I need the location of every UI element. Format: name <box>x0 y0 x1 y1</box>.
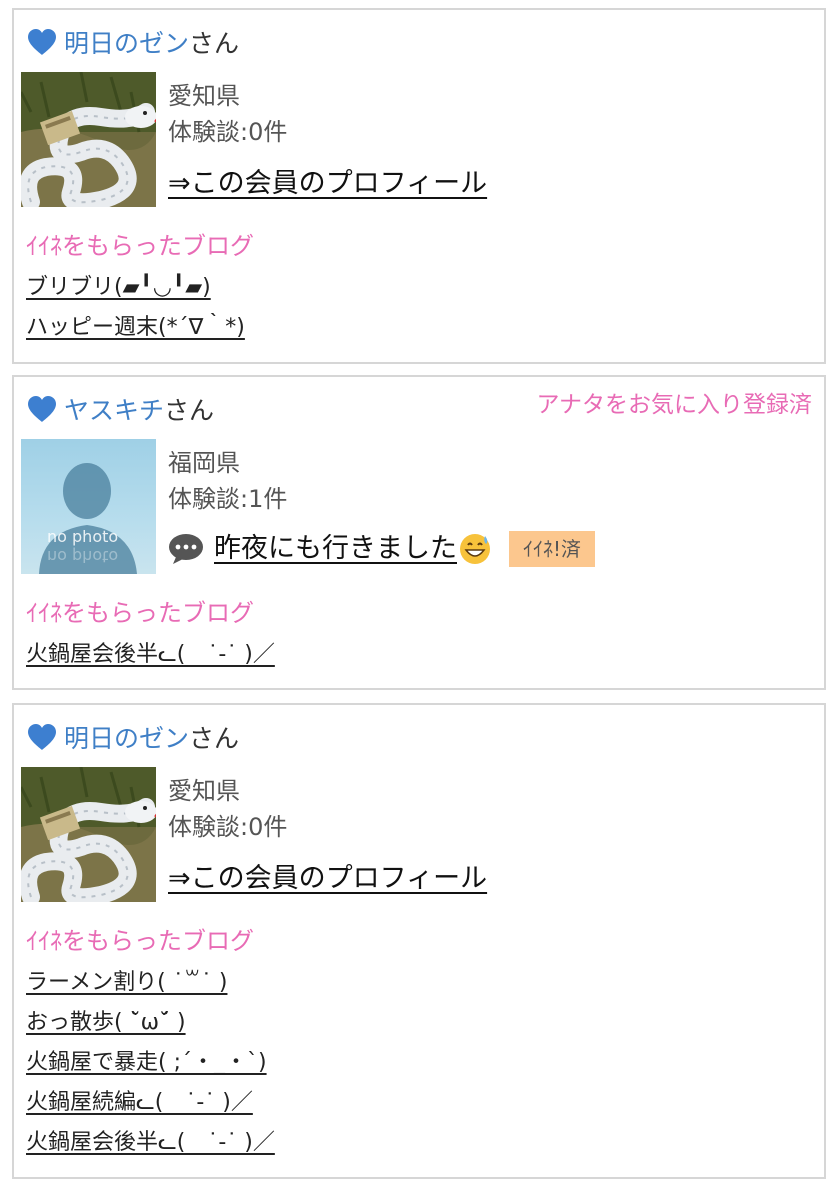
member-card: 明日のゼン さん 愛知県 体験談:0件 ⇒この会員のプロフィール ｲｲﾈをもらっ… <box>12 8 826 364</box>
list-item: ブリブリ(▰╹◡╹▰) <box>26 268 245 308</box>
member-card: ヤスキチ さん アナタをお気に入り登録済 no photo no photo 福… <box>12 375 826 690</box>
member-header: 明日のゼン さん <box>26 22 239 62</box>
member-name-link[interactable]: 明日のゼン <box>64 719 189 755</box>
experience-count: 体験談:0件 <box>168 813 288 841</box>
member-info: 福岡県 体験談:1件 昨夜にも行きました ｲｲﾈ!済 <box>168 445 596 567</box>
liked-blogs-heading: ｲｲﾈをもらったブログ <box>26 599 254 627</box>
member-header: ヤスキチ さん <box>26 389 214 429</box>
member-info: 愛知県 体験談:0件 ⇒この会員のプロフィール <box>168 78 487 202</box>
experience-count: 体験談:1件 <box>168 485 288 513</box>
blog-link[interactable]: ブリブリ(▰╹◡╹▰) <box>26 275 211 300</box>
experience-link[interactable]: 昨夜にも行きました <box>214 531 457 567</box>
profile-link[interactable]: ⇒この会員のプロフィール <box>168 861 487 897</box>
list-item: ハッピー週末(*´∇｀*) <box>26 308 245 348</box>
grinning-sweat-emoji-icon <box>460 534 490 564</box>
like-badge: ｲｲﾈ!済 <box>509 531 596 567</box>
list-item: 火鍋屋で暴走( ;´・_・`) <box>26 1043 275 1083</box>
heart-icon[interactable] <box>26 28 58 56</box>
liked-blogs-heading: ｲｲﾈをもらったブログ <box>26 232 254 260</box>
prefecture: 愛知県 <box>168 777 240 805</box>
favorite-status: アナタをお気に入り登録済 <box>536 392 812 418</box>
member-info: 愛知県 体験談:0件 ⇒この会員のプロフィール <box>168 773 487 897</box>
list-item: 火鍋屋続編ᓚ( ˙-˙ )／ <box>26 1083 275 1123</box>
list-item: おっ散歩( ˘̀ω˘́ ) <box>26 1003 275 1043</box>
snake-photo-avatar <box>21 767 156 902</box>
svg-text:no photo: no photo <box>47 547 118 566</box>
heart-icon[interactable] <box>26 723 58 751</box>
liked-blogs-heading: ｲｲﾈをもらったブログ <box>26 927 254 955</box>
member-card: 明日のゼン さん 愛知県 体験談:0件 ⇒この会員のプロフィール ｲｲﾈをもらっ… <box>12 703 826 1179</box>
list-item: ラーメン割り( ˙꒳˙ ) <box>26 963 275 1003</box>
name-suffix: さん <box>164 396 215 425</box>
avatar[interactable] <box>21 72 156 207</box>
blog-link[interactable]: 火鍋屋会後半ᓚ( ˙-˙ )／ <box>26 1130 275 1155</box>
member-name-link[interactable]: 明日のゼン <box>64 24 189 60</box>
blog-link[interactable]: 火鍋屋会後半ᓚ( ˙-˙ )／ <box>26 642 275 667</box>
blog-link[interactable]: 火鍋屋続編ᓚ( ˙-˙ )／ <box>26 1090 253 1115</box>
prefecture: 福岡県 <box>168 449 240 477</box>
name-suffix: さん <box>189 29 240 58</box>
member-header: 明日のゼン さん <box>26 717 239 757</box>
liked-blogs-list: 火鍋屋会後半ᓚ( ˙-˙ )／ <box>26 635 275 675</box>
member-name-link[interactable]: ヤスキチ <box>64 391 164 427</box>
list-item: 火鍋屋会後半ᓚ( ˙-˙ )／ <box>26 1123 275 1163</box>
liked-blogs-list: ラーメン割り( ˙꒳˙ ) おっ散歩( ˘̀ω˘́ ) 火鍋屋で暴走( ;´・_… <box>26 963 275 1163</box>
no-photo-avatar: no photo no photo <box>39 463 137 574</box>
list-item: 火鍋屋会後半ᓚ( ˙-˙ )／ <box>26 635 275 675</box>
blog-link[interactable]: 火鍋屋で暴走( ;´・_・`) <box>26 1050 267 1075</box>
speech-bubble-icon <box>169 534 203 564</box>
avatar[interactable] <box>21 767 156 902</box>
experience-count: 体験談:0件 <box>168 118 288 146</box>
heart-icon[interactable] <box>26 395 58 423</box>
prefecture: 愛知県 <box>168 82 240 110</box>
blog-link[interactable]: ラーメン割り( ˙꒳˙ ) <box>26 970 227 995</box>
profile-link[interactable]: ⇒この会員のプロフィール <box>168 166 487 202</box>
blog-link[interactable]: ハッピー週末(*´∇｀*) <box>26 315 245 340</box>
avatar[interactable]: no photo no photo <box>21 439 156 574</box>
blog-link[interactable]: おっ散歩( ˘̀ω˘́ ) <box>26 1010 186 1035</box>
liked-blogs-list: ブリブリ(▰╹◡╹▰) ハッピー週末(*´∇｀*) <box>26 268 245 348</box>
name-suffix: さん <box>189 724 240 753</box>
snake-photo-avatar <box>21 72 156 207</box>
latest-comment: 昨夜にも行きました ｲｲﾈ!済 <box>168 531 596 567</box>
no-photo-label: no photo <box>47 527 118 546</box>
